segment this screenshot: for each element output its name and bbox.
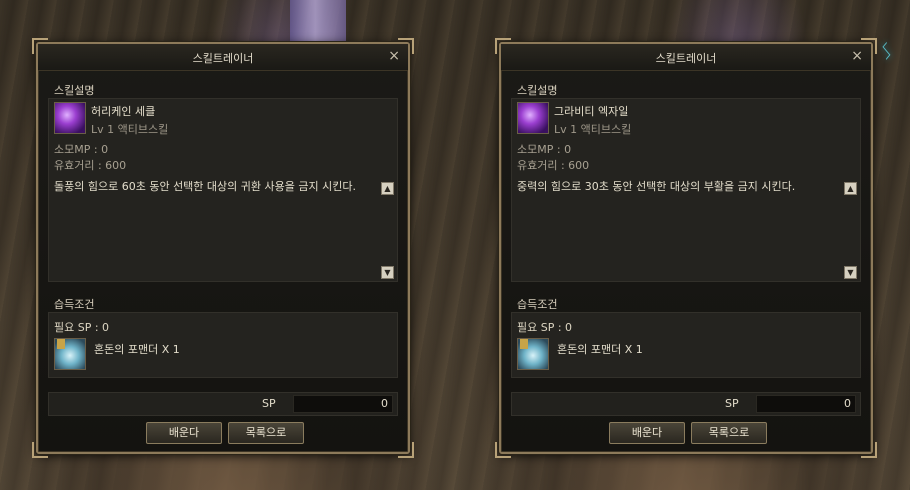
purple-magic-icon	[517, 102, 549, 134]
sp-field: 0	[293, 395, 393, 413]
frame-corner	[398, 442, 414, 458]
back-to-list-button[interactable]: 목록으로	[228, 422, 304, 444]
mp-cost: 소모MP : 0	[517, 143, 572, 156]
scroll-up-button[interactable]: ▲	[381, 182, 394, 195]
purple-magic-icon	[54, 102, 86, 134]
effective-range: 유효거리 : 600	[54, 159, 127, 172]
skill-trainer-window: 스킬트레이너 × 스킬설명 그라비티 엑자일 Lv 1 액티브스킬 소모MP :…	[495, 38, 877, 458]
skill-description: 중력의 힘으로 30초 동안 선택한 대상의 부활을 금지 시킨다.	[517, 180, 796, 193]
skill-level: Lv 1 액티브스킬	[91, 123, 169, 136]
window-titlebar[interactable]: 스킬트레이너 ×	[501, 44, 871, 71]
mp-cost: 소모MP : 0	[54, 143, 109, 156]
sp-bar: SP 0	[511, 392, 861, 416]
effective-range: 유효거리 : 600	[517, 159, 590, 172]
sp-label: SP	[262, 397, 276, 410]
required-sp: 필요 SP : 0	[54, 321, 110, 334]
close-icon[interactable]: ×	[851, 48, 863, 64]
screenshot-right: ᚱ ᛊ 스킬트레이너 × 스킬설명 그라비티 엑자일 Lv 1 액티브스킬 소모…	[455, 0, 910, 490]
skill-name: 그라비티 엑자일	[554, 105, 629, 118]
item-grade-tag	[57, 339, 65, 349]
frame-corner	[861, 442, 877, 458]
sp-value: 0	[844, 397, 851, 410]
frame-corner	[32, 442, 48, 458]
close-icon[interactable]: ×	[388, 48, 400, 64]
window-titlebar[interactable]: 스킬트레이너 ×	[38, 44, 408, 71]
skill-level: Lv 1 액티브스킬	[554, 123, 632, 136]
skill-description-label: 스킬설명	[54, 84, 95, 97]
sp-bar: SP 0	[48, 392, 398, 416]
back-to-list-button[interactable]: 목록으로	[691, 422, 767, 444]
skill-description: 돌풍의 힘으로 60초 동안 선택한 대상의 귀환 사용을 금지 시킨다.	[54, 180, 356, 193]
learn-button[interactable]: 배운다	[146, 422, 222, 444]
skill-name: 허리케인 세클	[91, 105, 156, 118]
pomander-crystal-icon	[517, 338, 549, 370]
frame-corner	[495, 442, 511, 458]
screenshot-left: 스킬트레이너 × 스킬설명 허리케인 세클 Lv 1 액티브스킬 소모MP : …	[0, 0, 455, 490]
requirements-label: 습득조건	[517, 298, 558, 311]
required-item: 혼돈의 포맨더 X 1	[557, 343, 643, 356]
sp-field: 0	[756, 395, 856, 413]
scroll-up-button[interactable]: ▲	[844, 182, 857, 195]
scroll-down-button[interactable]: ▼	[844, 266, 857, 279]
skill-trainer-window: 스킬트레이너 × 스킬설명 허리케인 세클 Lv 1 액티브스킬 소모MP : …	[32, 38, 414, 458]
item-grade-tag	[520, 339, 528, 349]
sp-value: 0	[381, 397, 388, 410]
requirements-label: 습득조건	[54, 298, 95, 311]
window-title: 스킬트레이너	[192, 52, 254, 65]
required-sp: 필요 SP : 0	[517, 321, 573, 334]
sp-label: SP	[725, 397, 739, 410]
glowing-rune: ᛊ	[880, 40, 894, 65]
window-title: 스킬트레이너	[655, 52, 717, 65]
skill-description-label: 스킬설명	[517, 84, 558, 97]
scroll-down-button[interactable]: ▼	[381, 266, 394, 279]
learn-button[interactable]: 배운다	[609, 422, 685, 444]
pomander-crystal-icon	[54, 338, 86, 370]
required-item: 혼돈의 포맨더 X 1	[94, 343, 180, 356]
